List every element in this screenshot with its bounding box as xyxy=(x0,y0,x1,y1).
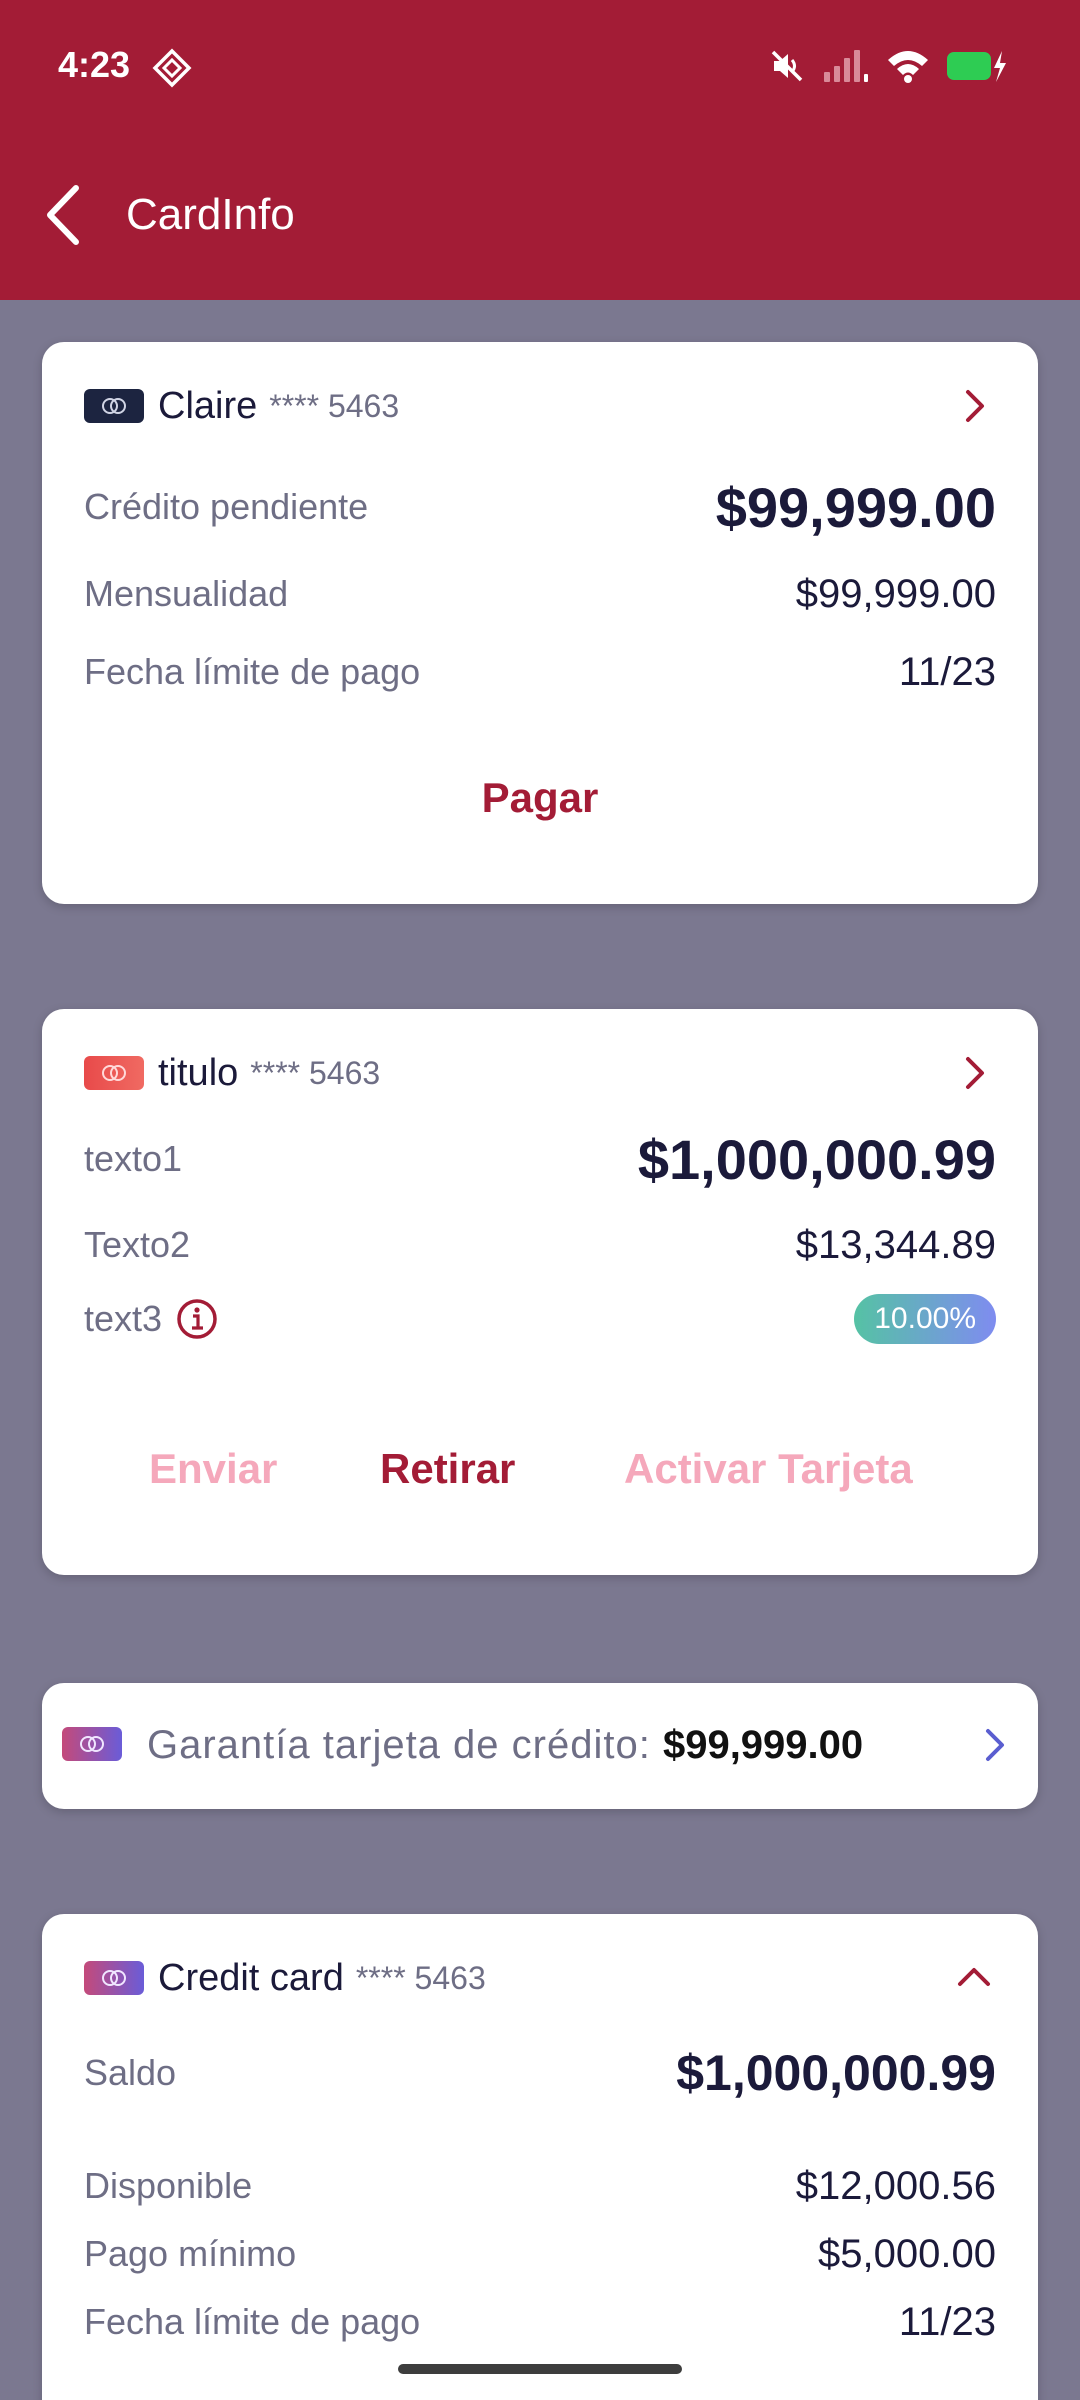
card-number-mask: **** 5463 xyxy=(250,1054,381,1091)
status-time: 4:23 xyxy=(58,44,131,85)
battery-icon xyxy=(947,51,1006,82)
card-header[interactable]: titulo **** 5463 xyxy=(84,1045,996,1101)
status-bar: 4:23 xyxy=(0,0,1080,130)
row-fecha-limite: Fecha límite de pago 11/23 xyxy=(84,2292,996,2352)
percentage-badge: 10.00% xyxy=(854,1294,996,1344)
row-texto1: texto1 $1,000,000.99 xyxy=(84,1124,996,1194)
row-pago-minimo: Pago mínimo $5,000.00 xyxy=(84,2224,996,2284)
row-label: Pago mínimo xyxy=(84,2233,297,2274)
wifi-icon xyxy=(888,51,928,83)
row-label: texto1 xyxy=(84,1138,183,1179)
card-titulo[interactable]: titulo **** 5463 texto1 $1,000,000.99 Te… xyxy=(42,1009,1038,1575)
chevron-right-icon[interactable] xyxy=(952,1051,996,1095)
guarantee-text: Garantía tarjeta de crédito: $99,999.00 xyxy=(147,1723,863,1768)
card-chip-icon xyxy=(84,1961,144,1995)
row-value: $99,999.00 xyxy=(715,475,996,539)
row-label: Texto2 xyxy=(84,1224,191,1265)
back-arrow-icon[interactable] xyxy=(36,180,96,250)
enviar-button[interactable]: Enviar xyxy=(149,1445,277,1493)
row-credito-pendiente: Crédito pendiente $99,999.00 xyxy=(84,472,996,542)
card-header[interactable]: Claire **** 5463 xyxy=(84,378,996,434)
activar-tarjeta-button[interactable]: Activar Tarjeta xyxy=(624,1445,913,1493)
row-value: $13,344.89 xyxy=(795,1222,996,1267)
row-texto2: Texto2 $13,344.89 xyxy=(84,1215,996,1275)
page-title: CardInfo xyxy=(126,190,295,239)
card-name: Claire xyxy=(158,384,258,427)
row-label: Saldo xyxy=(84,2052,177,2093)
row-value: $1,000,000.99 xyxy=(676,2045,996,2101)
row-label: text3 xyxy=(84,1298,163,1339)
row-label: Fecha límite de pago xyxy=(84,2301,421,2342)
app-bar: CardInfo xyxy=(0,130,1080,300)
card-claire[interactable]: Claire **** 5463 Crédito pendiente $99,9… xyxy=(42,342,1038,904)
card-name: titulo xyxy=(158,1051,239,1094)
retirar-button[interactable]: Retirar xyxy=(380,1445,515,1493)
card-header[interactable]: Credit card **** 5463 xyxy=(84,1950,996,2006)
row-fecha-limite: Fecha límite de pago 11/23 xyxy=(84,642,996,702)
chevron-right-icon[interactable] xyxy=(952,384,996,428)
signal-icon xyxy=(824,50,868,82)
guarantee-value: $99,999.00 xyxy=(662,1723,864,1767)
row-label: Crédito pendiente xyxy=(84,486,369,527)
row-value: $99,999.00 xyxy=(795,571,996,616)
row-label-with-info: text3 xyxy=(84,1298,218,1340)
row-value: 11/23 xyxy=(898,649,996,694)
card-credit-card[interactable]: Credit card **** 5463 Saldo $1,000,000.9… xyxy=(42,1914,1038,2400)
card-chip-icon xyxy=(84,389,144,423)
row-value: 11/23 xyxy=(898,2299,996,2344)
mute-icon xyxy=(771,50,803,82)
row-saldo: Saldo $1,000,000.99 xyxy=(84,2038,996,2108)
card-number-mask: **** 5463 xyxy=(355,1959,486,1996)
pagar-button[interactable]: Pagar xyxy=(42,774,1038,822)
chevron-right-icon[interactable] xyxy=(972,1723,1016,1767)
home-indicator[interactable] xyxy=(398,2364,682,2374)
row-value: $1,000,000.99 xyxy=(637,1127,996,1191)
card-chip-icon xyxy=(84,1056,144,1090)
chevron-up-icon[interactable] xyxy=(952,1956,996,2000)
card-name: Credit card xyxy=(158,1956,344,1999)
card-chip-icon xyxy=(62,1727,122,1761)
row-text3: text3 10.00% xyxy=(84,1289,996,1349)
guarantee-row[interactable]: Garantía tarjeta de crédito: $99,999.00 xyxy=(42,1683,1038,1809)
row-label: Mensualidad xyxy=(84,573,289,614)
card-number-mask: **** 5463 xyxy=(269,387,400,424)
info-icon[interactable] xyxy=(176,1298,218,1340)
row-value: $5,000.00 xyxy=(818,2231,996,2276)
row-value: $12,000.56 xyxy=(795,2163,996,2208)
diamond-icon xyxy=(152,48,192,88)
status-icons xyxy=(768,44,1010,88)
row-label: Disponible xyxy=(84,2165,253,2206)
row-mensualidad: Mensualidad $99,999.00 xyxy=(84,564,996,624)
row-label: Fecha límite de pago xyxy=(84,651,421,692)
row-disponible: Disponible $12,000.56 xyxy=(84,2156,996,2216)
guarantee-label: Garantía tarjeta de crédito: xyxy=(147,1723,651,1767)
